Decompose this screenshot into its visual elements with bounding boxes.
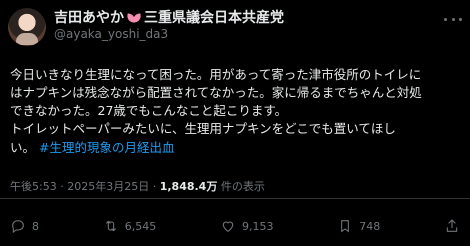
tweet-line-3: できなかった。27歳でもこんなこと起こります。: [10, 103, 288, 119]
share-icon: [446, 219, 458, 232]
divider: [0, 198, 470, 199]
views-count: 1,848.4万: [159, 180, 218, 193]
reply-count: 8: [32, 219, 39, 233]
tweet-line-4: トイレットペーパーみたいに、生理用ナプキンをどこでも置いてほし: [10, 121, 396, 137]
avatar[interactable]: [8, 8, 46, 46]
repost-button[interactable]: 6,545: [103, 218, 157, 234]
share-button[interactable]: [444, 218, 460, 234]
like-icon: [222, 221, 234, 232]
display-name[interactable]: 吉田あやか 三重県議会日本共産党: [54, 10, 284, 26]
hashtag-link[interactable]: #生理的現象の月経出血: [39, 140, 174, 155]
tweet-body: 今日いきなり生理になって困った。用があって寄った津市役所のトイレに はナプキンは…: [10, 66, 460, 157]
tweet-date[interactable]: 2025年3月25日: [67, 180, 149, 193]
author-names: 吉田あやか 三重県議会日本共産党 @ayaka_yoshi_da3: [54, 10, 284, 42]
reply-icon: [12, 220, 24, 234]
lotus-icon: [127, 13, 141, 23]
tweet-line-1: 今日いきなり生理になって困った。用があって寄った津市役所のトイレに: [10, 67, 422, 82]
tweet-header: 吉田あやか 三重県議会日本共産党 @ayaka_yoshi_da3: [8, 8, 462, 56]
like-button[interactable]: 9,153: [220, 218, 274, 234]
bookmark-button[interactable]: 748: [337, 218, 380, 234]
meta-separator: ·: [60, 180, 64, 193]
tweet-line-5-prefix: い。: [10, 139, 36, 155]
more-icon[interactable]: [444, 12, 462, 26]
handle[interactable]: @ayaka_yoshi_da3: [54, 27, 284, 42]
tweet-line-5: い。 #生理的現象の月経出血: [10, 139, 460, 157]
bookmark-icon: [341, 220, 350, 233]
party-text: 三重県議会日本共産党: [144, 10, 284, 26]
display-name-text: 吉田あやか: [54, 10, 124, 26]
like-count: 9,153: [242, 219, 274, 233]
tweet-meta: 午後5:53 · 2025年3月25日 · 1,848.4万 件の表示: [10, 178, 265, 194]
repost-icon: [105, 220, 116, 232]
views-label: 件の表示: [220, 180, 265, 193]
bookmark-count: 748: [359, 219, 381, 233]
tweet: 吉田あやか 三重県議会日本共産党 @ayaka_yoshi_da3 今日いきなり…: [0, 0, 470, 246]
tweet-line-2: はナプキンは残念ながら配置されてなかった。家に帰るまでちゃんと対処: [10, 85, 422, 101]
meta-separator: ·: [152, 180, 157, 193]
tweet-time[interactable]: 午後5:53: [10, 180, 57, 193]
action-bar: 8 6,545 9,153 748: [10, 216, 460, 236]
repost-count: 6,545: [124, 219, 157, 233]
reply-button[interactable]: 8: [10, 218, 39, 234]
